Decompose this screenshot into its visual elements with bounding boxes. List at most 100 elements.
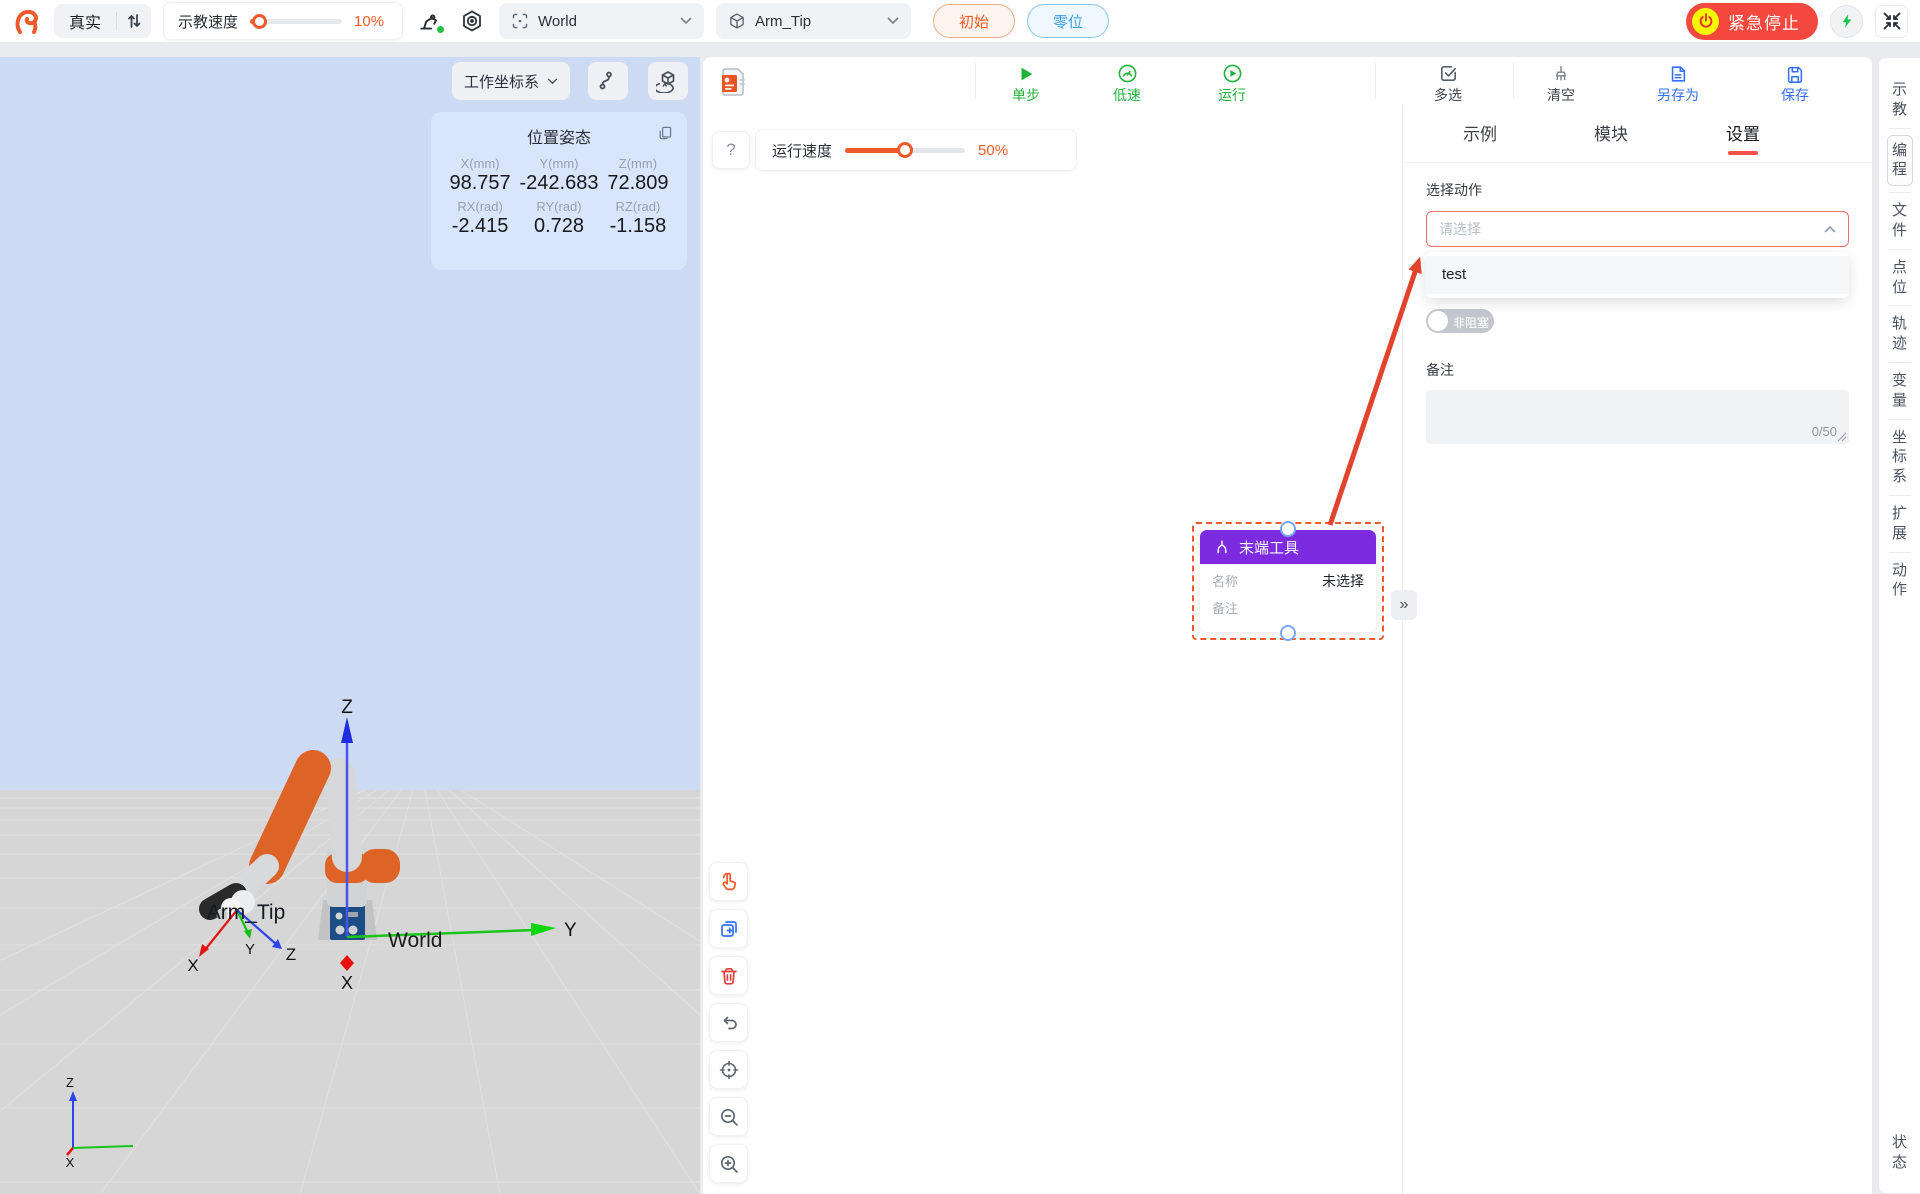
multi-select-button[interactable]: 多选 <box>1416 60 1480 105</box>
teach-speed-slider[interactable] <box>250 19 342 24</box>
pose-value: -242.683 <box>515 172 603 195</box>
work-coordinate-select[interactable]: 工作坐标系 <box>452 62 570 100</box>
sidebar-item-trajectory[interactable]: 轨迹 <box>1890 314 1910 354</box>
pose-label: RX(rad) <box>445 199 515 214</box>
divider <box>1513 63 1514 99</box>
resize-handle-icon <box>1837 432 1847 442</box>
pose-value: -2.415 <box>445 215 515 238</box>
trajectory-button[interactable] <box>588 62 628 100</box>
run-button[interactable]: 运行 <box>1200 60 1264 105</box>
end-tool-node[interactable]: 末端工具 名称 未选择 备注 <box>1200 530 1376 632</box>
zoom-out-icon <box>718 1106 740 1128</box>
world-frame-select[interactable]: World <box>499 3 704 39</box>
program-card: 单步 低速 运行 <box>703 57 1872 1194</box>
action-select[interactable]: 请选择 <box>1426 211 1849 247</box>
pose-value: -1.158 <box>603 215 673 238</box>
drag-mode-button[interactable] <box>709 862 748 901</box>
world-frame-value: World <box>538 13 577 30</box>
zoom-in-button[interactable] <box>709 1144 748 1183</box>
cube-rotate-icon <box>656 69 680 93</box>
sidebar-item-coordinates[interactable]: 坐标系 <box>1890 428 1910 487</box>
run-speed-value: 50% <box>978 142 1012 159</box>
zoom-out-button[interactable] <box>709 1097 748 1136</box>
route-icon <box>597 70 619 92</box>
tab-settings[interactable]: 设置 <box>1703 120 1783 145</box>
broom-icon <box>1551 60 1571 84</box>
active-tab-indicator <box>1728 151 1758 155</box>
node-output-port[interactable] <box>1280 625 1296 641</box>
power-supply-button[interactable] <box>1830 5 1863 38</box>
hand-icon <box>718 871 740 893</box>
save-as-button[interactable]: 另存为 <box>1646 60 1710 105</box>
step-run-button[interactable]: 单步 <box>994 60 1058 105</box>
duplicate-button[interactable] <box>709 909 748 948</box>
tool-frame-value: Arm_Tip <box>755 13 811 30</box>
frame-icon <box>511 12 529 30</box>
view-rotate-button[interactable] <box>648 62 688 100</box>
mode-label[interactable]: 真实 <box>54 9 116 33</box>
divider <box>1889 419 1911 420</box>
pose-panel-title: 位置姿态 <box>445 124 673 148</box>
sidebar-item-status[interactable]: 状态 <box>1890 1133 1910 1173</box>
sidebar-item-actions[interactable]: 动作 <box>1890 561 1910 601</box>
node-note-row: 备注 <box>1200 591 1376 617</box>
tab-modules[interactable]: 模块 <box>1571 120 1651 145</box>
pose-value: 72.809 <box>603 172 673 195</box>
sidebar-item-variables[interactable]: 变量 <box>1890 371 1910 411</box>
sidebar-item-teach[interactable]: 示教 <box>1890 80 1910 120</box>
app-window: 真实 示教速度 10% <box>0 0 1920 1194</box>
mode-group: 真实 <box>54 4 151 38</box>
panel-collapse-handle[interactable]: » <box>1391 590 1417 620</box>
action-select-placeholder: 请选择 <box>1439 219 1824 239</box>
panel-tabs: 示例 模块 设置 <box>1403 105 1872 163</box>
divider <box>1889 249 1911 250</box>
lightning-icon <box>1839 13 1855 29</box>
note-counter: 0/50 <box>1812 424 1837 439</box>
svg-text:Z: Z <box>286 945 296 964</box>
swap-icon[interactable] <box>117 4 151 38</box>
robot-status-icon[interactable] <box>415 6 445 36</box>
teach-speed-label: 示教速度 <box>178 11 238 32</box>
zero-pose-button[interactable]: 零位 <box>1027 4 1109 38</box>
play-icon <box>1016 60 1036 84</box>
divider <box>1889 552 1911 553</box>
settings-hex-icon[interactable] <box>457 6 487 36</box>
save-button[interactable]: 保存 <box>1763 60 1827 105</box>
initial-pose-button[interactable]: 初始 <box>933 4 1015 38</box>
tab-examples[interactable]: 示例 <box>1440 120 1520 145</box>
delete-button[interactable] <box>709 956 748 995</box>
undo-button[interactable] <box>709 1003 748 1042</box>
sidebar-item-extensions[interactable]: 扩展 <box>1890 504 1910 544</box>
emergency-stop-button[interactable]: 紧急停止 <box>1686 3 1818 40</box>
clear-button[interactable]: 清空 <box>1529 60 1593 105</box>
program-canvas[interactable]: ? 运行速度 50% <box>703 105 1402 1194</box>
sidebar-item-program[interactable]: 编程 <box>1887 135 1913 187</box>
collapse-window-button[interactable] <box>1875 5 1908 38</box>
note-textarea[interactable]: 0/50 <box>1426 390 1849 444</box>
svg-text:Z: Z <box>66 1075 74 1090</box>
node-input-port[interactable] <box>1280 521 1296 537</box>
action-dropdown: test <box>1426 252 1849 298</box>
pose-value: 98.757 <box>445 172 515 195</box>
save-as-icon <box>1668 60 1688 84</box>
3d-viewport[interactable]: Z Y X World Arm_Tip X Y Z <box>0 57 700 1194</box>
nav-sidebar: 示教 编程 文件 点位 轨迹 变量 坐标系 扩展 动作 状态 <box>1878 57 1920 1194</box>
pose-values: X(mm)98.757 Y(mm)-242.683 Z(mm)72.809 RX… <box>445 156 673 238</box>
program-file-icon[interactable] <box>716 64 750 98</box>
sidebar-item-file[interactable]: 文件 <box>1890 201 1910 241</box>
help-button[interactable]: ? <box>712 131 750 169</box>
sidebar-item-points[interactable]: 点位 <box>1890 258 1910 298</box>
low-speed-button[interactable]: 低速 <box>1095 60 1159 105</box>
copy-icon[interactable] <box>657 125 673 141</box>
pose-value: 0.728 <box>515 215 603 238</box>
pose-label: Z(mm) <box>603 156 673 171</box>
run-speed-label: 运行速度 <box>772 140 832 161</box>
chevron-down-icon <box>887 17 899 25</box>
duplicate-icon <box>718 918 740 940</box>
tool-frame-select[interactable]: Arm_Tip <box>716 3 911 39</box>
action-option-test[interactable]: test <box>1426 256 1849 294</box>
run-speed-slider[interactable] <box>845 148 965 153</box>
note-label: 备注 <box>1426 360 1849 380</box>
center-view-button[interactable] <box>709 1050 748 1089</box>
non-blocking-toggle[interactable]: 非阻塞 <box>1426 309 1494 333</box>
